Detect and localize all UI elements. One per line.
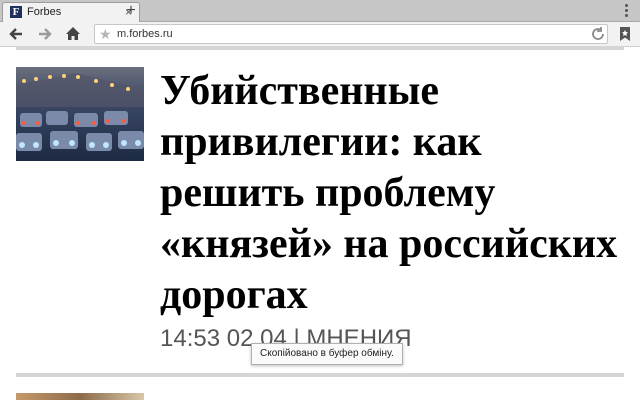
new-tab-button[interactable]: + [118, 1, 144, 21]
article-headline[interactable]: Убийственные привилегии: как решить проб… [160, 66, 630, 321]
address-bar[interactable]: ★ m.forbes.ru [94, 24, 608, 44]
home-icon[interactable] [63, 24, 83, 44]
traffic-night-photo [16, 67, 144, 161]
clipboard-toast: Скопійовано в буфер обміну. [251, 343, 403, 365]
article-thumbnail[interactable] [16, 67, 144, 161]
overflow-menu-icon[interactable] [618, 2, 634, 20]
reload-icon[interactable] [588, 24, 608, 44]
browser-toolbar: ★ m.forbes.ru [0, 22, 640, 47]
tab-title: Forbes [27, 6, 62, 18]
back-icon[interactable] [7, 24, 27, 44]
forbes-favicon-icon: F [10, 6, 22, 18]
bookmarks-icon[interactable] [616, 25, 634, 43]
bottom-divider [16, 373, 624, 377]
star-icon[interactable]: ★ [99, 26, 112, 42]
tab-strip: F Forbes × + [0, 0, 640, 22]
top-divider [16, 46, 624, 50]
forward-icon[interactable] [35, 24, 55, 44]
next-article-thumbnail[interactable] [16, 393, 144, 400]
url-text: m.forbes.ru [117, 28, 173, 40]
